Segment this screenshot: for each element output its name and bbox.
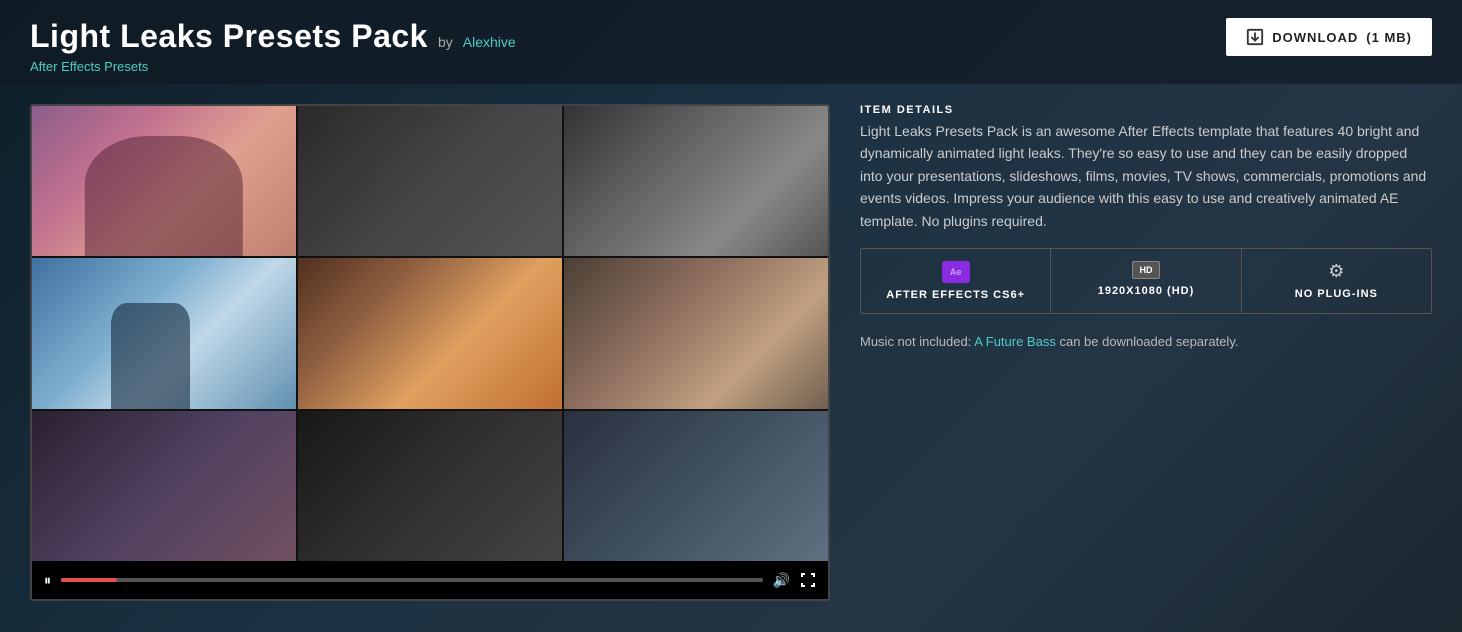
spec-box-plugins: ⚙ NO PLUG-INS (1242, 249, 1431, 313)
download-label: DOWNLOAD (1272, 30, 1358, 45)
progress-bar[interactable] (61, 578, 763, 582)
volume-button[interactable]: 🔊 (771, 570, 792, 591)
hd-badge: HD (1132, 261, 1160, 279)
spec-label-plugins: NO PLUG-INS (1295, 288, 1378, 300)
progress-fill (61, 578, 117, 582)
preview-cell-2 (298, 106, 562, 256)
page-title: Light Leaks Presets Pack (30, 18, 428, 55)
spec-label-hd: 1920X1080 (HD) (1098, 285, 1195, 297)
item-description: Light Leaks Presets Pack is an awesome A… (860, 120, 1432, 232)
music-note-text: Music not included: (860, 334, 971, 349)
main-content: ⏸ 🔊 ITEM DETAILS Light Leaks Presets Pac… (0, 84, 1462, 621)
preview-cell-8 (298, 411, 562, 561)
play-pause-icon: ⏸ (44, 572, 51, 589)
controls-right: 🔊 (771, 570, 818, 591)
video-controls: ⏸ 🔊 (32, 561, 828, 599)
preview-grid (32, 106, 828, 561)
fullscreen-button[interactable] (798, 570, 818, 590)
gear-icon: ⚙ (1328, 261, 1344, 282)
breadcrumb-link[interactable]: After Effects Presets (30, 59, 516, 74)
preview-cell-3 (564, 106, 828, 256)
page-header: Light Leaks Presets Pack by Alexhive Aft… (0, 0, 1462, 84)
by-label: by (438, 34, 453, 50)
download-size: (1 MB) (1366, 30, 1412, 45)
preview-cell-4 (32, 258, 296, 408)
download-icon (1246, 28, 1264, 46)
ae-icon: Ae (942, 261, 970, 283)
video-panel: ⏸ 🔊 (30, 104, 830, 601)
download-button[interactable]: DOWNLOAD (1 MB) (1226, 18, 1432, 56)
item-details-section: ITEM DETAILS Light Leaks Presets Pack is… (860, 104, 1432, 232)
preview-cell-1 (32, 106, 296, 256)
play-pause-button[interactable]: ⏸ (42, 570, 53, 591)
volume-icon: 🔊 (773, 572, 790, 589)
author-link[interactable]: Alexhive (463, 34, 516, 50)
title-row: Light Leaks Presets Pack by Alexhive (30, 18, 516, 55)
preview-cell-5 (298, 258, 562, 408)
spec-box-ae: Ae AFTER EFFECTS CS6+ (861, 249, 1051, 313)
header-left: Light Leaks Presets Pack by Alexhive Aft… (30, 18, 516, 74)
fullscreen-icon (800, 572, 816, 588)
music-note: Music not included: A Future Bass can be… (860, 334, 1432, 349)
preview-cell-7 (32, 411, 296, 561)
music-link[interactable]: A Future Bass (974, 334, 1056, 349)
preview-cell-6 (564, 258, 828, 408)
spec-box-hd: HD 1920X1080 (HD) (1051, 249, 1241, 313)
details-panel: ITEM DETAILS Light Leaks Presets Pack is… (860, 104, 1432, 601)
spec-label-ae: AFTER EFFECTS CS6+ (886, 289, 1025, 301)
music-suffix: can be downloaded separately. (1059, 334, 1238, 349)
preview-cell-9 (564, 411, 828, 561)
item-details-label: ITEM DETAILS (860, 104, 1432, 116)
spec-boxes: Ae AFTER EFFECTS CS6+ HD 1920X1080 (HD) … (860, 248, 1432, 314)
